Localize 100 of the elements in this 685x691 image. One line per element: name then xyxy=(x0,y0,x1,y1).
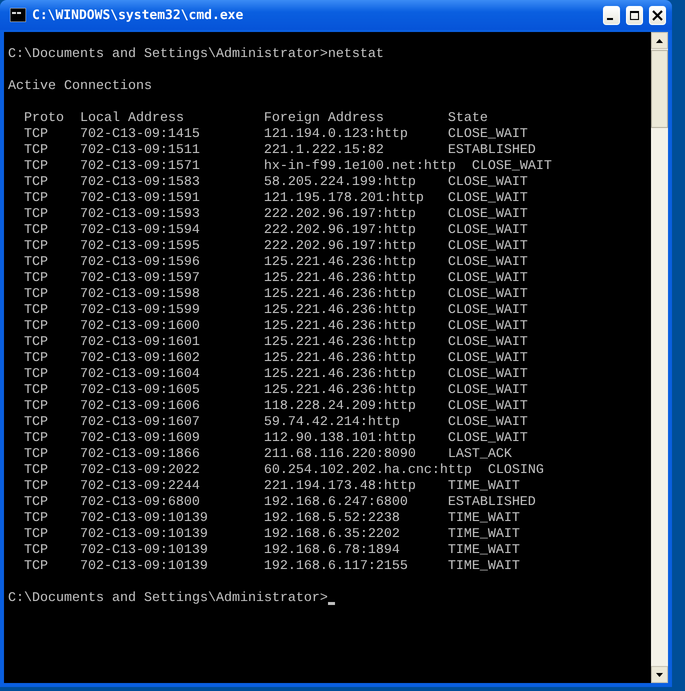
table-cell-text: 702-C13-09:1598 xyxy=(80,287,201,303)
table-cell-text: 702-C13-09:1866 xyxy=(80,447,201,463)
table-cell-text: TCP xyxy=(24,495,49,511)
table-cell-text: 125.221.46.236:http xyxy=(264,351,417,367)
up-arrow-icon xyxy=(656,38,663,42)
column-header: Foreign Address xyxy=(264,111,385,127)
table-cell: CLOSE_WAIT xyxy=(448,415,528,431)
table-cell-text: 221.1.222.15:82 xyxy=(264,143,385,159)
close-button[interactable] xyxy=(649,6,666,24)
table-cell-text: 192.168.6.78:1894 xyxy=(264,543,401,559)
window-title: C:\WINDOWS\system32\cmd.exe xyxy=(32,8,244,22)
column-header: Proto xyxy=(24,111,64,127)
table-cell: TIME_WAIT xyxy=(448,543,520,559)
table-cell-text: TCP xyxy=(24,159,49,175)
table-cell-text: 121.194.0.123:http xyxy=(264,127,409,143)
table-cell: CLOSE_WAIT xyxy=(448,335,528,351)
table-cell-text: TCP xyxy=(24,287,49,303)
table-cell-text: TCP xyxy=(24,463,49,479)
table-cell-text: 702-C13-09:10139 xyxy=(80,543,209,559)
table-cell-text: TCP xyxy=(24,303,49,319)
table-cell-text: 222.202.96.197:http xyxy=(264,223,417,239)
table-cell: TIME_WAIT xyxy=(448,479,520,495)
table-cell: CLOSE_WAIT xyxy=(448,223,528,239)
table-cell-text: 125.221.46.236:http xyxy=(264,255,417,271)
table-cell-text: 58.205.224.199:http xyxy=(264,175,417,191)
table-cell-text: 702-C13-09:1593 xyxy=(80,207,201,223)
table-cell: CLOSE_WAIT xyxy=(448,351,528,367)
table-cell-text: 702-C13-09:10139 xyxy=(80,527,209,543)
table-cell-text: 125.221.46.236:http xyxy=(264,271,417,287)
table-cell: TIME_WAIT xyxy=(448,511,520,527)
table-cell: CLOSE_WAIT xyxy=(448,431,528,447)
table-cell-text: TCP xyxy=(24,351,49,367)
table-cell-text: 702-C13-09:1595 xyxy=(80,239,201,255)
table-cell-text: 702-C13-09:1596 xyxy=(80,255,201,271)
table-cell-text: 121.195.178.201:http xyxy=(264,191,425,207)
minimize-button[interactable] xyxy=(603,6,620,24)
table-cell-text: 125.221.46.236:http xyxy=(264,303,417,319)
table-cell: CLOSE_WAIT xyxy=(448,399,528,415)
table-cell-text: TCP xyxy=(24,143,49,159)
table-cell: CLOSE_WAIT xyxy=(448,319,528,335)
table-cell-text: TCP xyxy=(24,335,49,351)
table-cell-text: TCP xyxy=(24,367,49,383)
table-cell-text: TCP xyxy=(24,479,49,495)
table-cell-text: 702-C13-09:1511 xyxy=(80,143,201,159)
table-cell-text: 192.168.6.35:2202 xyxy=(264,527,401,543)
table-cell-text: 702-C13-09:1571 xyxy=(80,159,201,175)
table-cell-text: 222.202.96.197:http xyxy=(264,207,417,223)
table-cell-text: TCP xyxy=(24,175,49,191)
table-cell-text: 702-C13-09:1602 xyxy=(80,351,201,367)
table-cell: ESTABLISHED xyxy=(448,143,536,159)
table-cell: TIME_WAIT xyxy=(448,527,520,543)
table-cell: CLOSE_WAIT xyxy=(448,271,528,287)
table-cell-text: 702-C13-09:1606 xyxy=(80,399,201,415)
table-cell-text: 59.74.42.214:http xyxy=(264,415,401,431)
table-cell: ESTABLISHED xyxy=(448,495,536,511)
column-header: State xyxy=(448,111,488,127)
table-cell-text: 211.68.116.220:8090 xyxy=(264,447,417,463)
table-cell: CLOSE_WAIT xyxy=(448,175,528,191)
table-cell-text: 125.221.46.236:http xyxy=(264,335,417,351)
console-icon xyxy=(10,8,26,22)
table-cell: 60.254.102.202.ha.cnc:http xyxy=(264,463,472,479)
table-cell-text: TCP xyxy=(24,319,49,335)
table-cell-text: TCP xyxy=(24,239,49,255)
table-cell: CLOSING xyxy=(488,463,544,479)
scroll-thumb[interactable] xyxy=(651,50,668,128)
section-title: Active Connections xyxy=(8,79,152,94)
scroll-down-button[interactable] xyxy=(651,666,668,683)
table-cell-text: TCP xyxy=(24,543,49,559)
minimize-icon xyxy=(607,18,613,20)
table-cell: TIME_WAIT xyxy=(448,559,520,575)
table-cell-text: 702-C13-09:1607 xyxy=(80,415,201,431)
table-cell-text: TCP xyxy=(24,447,49,463)
table-cell: CLOSE_WAIT xyxy=(472,159,552,175)
text-cursor xyxy=(328,602,335,605)
table-cell-text: 222.202.96.197:http xyxy=(264,239,417,255)
table-cell-text: TCP xyxy=(24,271,49,287)
table-cell: CLOSE_WAIT xyxy=(448,127,528,143)
table-cell-text: TCP xyxy=(24,255,49,271)
table-cell-text: 702-C13-09:10139 xyxy=(80,511,209,527)
table-cell: CLOSE_WAIT xyxy=(448,367,528,383)
table-cell: hx-in-f99.1e100.net:http xyxy=(264,159,456,175)
table-cell-text: TCP xyxy=(24,223,49,239)
table-cell-text: 702-C13-09:1583 xyxy=(80,175,201,191)
maximize-button[interactable] xyxy=(626,6,643,24)
table-cell-text: 192.168.5.52:2238 xyxy=(264,511,401,527)
scrollbar[interactable] xyxy=(651,32,668,683)
table-cell-text: TCP xyxy=(24,511,49,527)
table-cell-text: 118.228.24.209:http xyxy=(264,399,417,415)
command-line: C:\Documents and Settings\Administrator>netstat xyxy=(8,47,384,62)
table-cell: CLOSE_WAIT xyxy=(448,383,528,399)
table-cell-text: 702-C13-09:1597 xyxy=(80,271,201,287)
table-cell-text: 125.221.46.236:http xyxy=(264,319,417,335)
table-cell: CLOSE_WAIT xyxy=(448,191,528,207)
table-cell-text: TCP xyxy=(24,383,49,399)
table-cell-text: 702-C13-09:1599 xyxy=(80,303,201,319)
table-cell-text: TCP xyxy=(24,415,49,431)
table-cell-text: 125.221.46.236:http xyxy=(264,383,417,399)
scroll-up-button[interactable] xyxy=(651,32,668,49)
table-cell-text: TCP xyxy=(24,207,49,223)
table-cell-text: TCP xyxy=(24,431,49,447)
